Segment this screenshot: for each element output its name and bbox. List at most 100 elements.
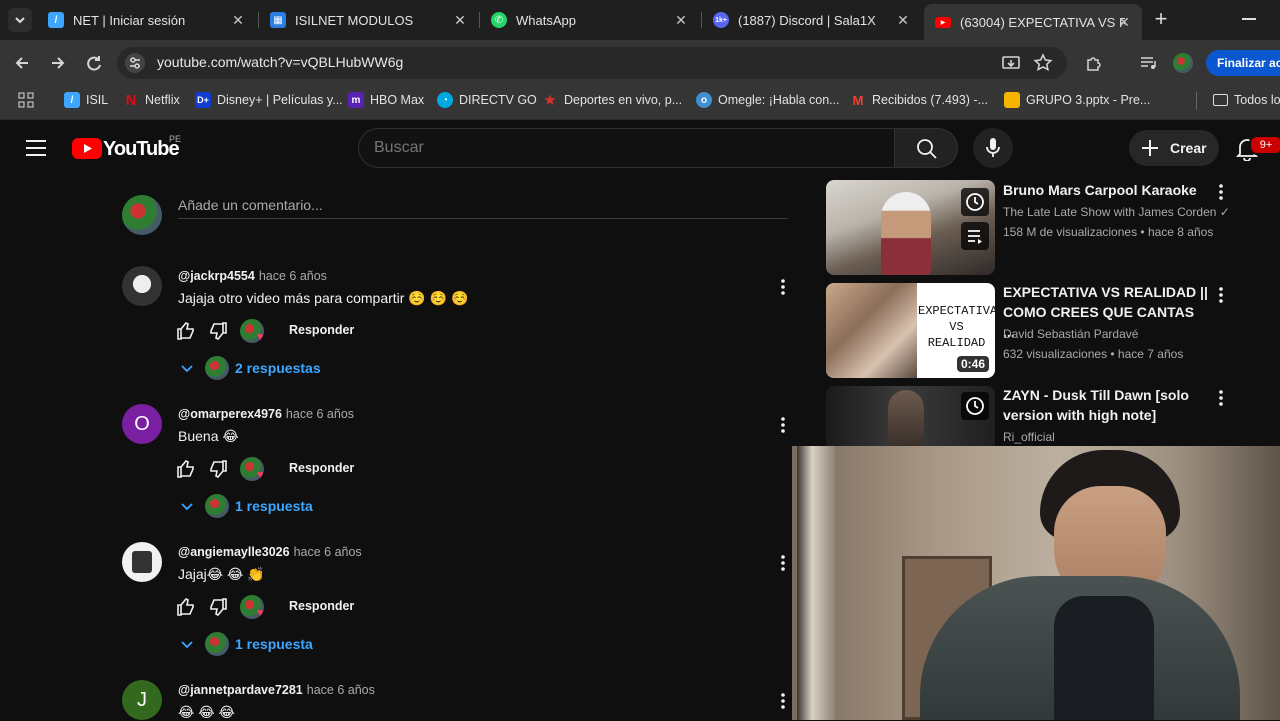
bookmark-isil[interactable]: / ISIL (64, 92, 108, 108)
chevron-down-icon (181, 641, 193, 649)
comment-author[interactable]: @jackrp4554 hace 6 años (178, 269, 327, 283)
suggestion-title[interactable]: Bruno Mars Carpool Karaoke (1003, 180, 1208, 200)
tab-search-dropdown[interactable] (8, 8, 32, 32)
bookmark-netflix[interactable]: N Netflix (123, 91, 180, 109)
more-vertical-icon[interactable] (776, 691, 790, 711)
youtube-logo[interactable]: YouTube PE (72, 134, 182, 162)
comment-actions: ♥ Responder (175, 456, 375, 482)
more-vertical-icon[interactable] (776, 415, 790, 435)
bookmark-gmail[interactable]: M Recibidos (7.493) -... (850, 92, 988, 108)
commenter-avatar[interactable] (122, 542, 162, 582)
tab-youtube[interactable]: ▶ (63004) EXPECTATIVA VS RE ✕ (924, 4, 1142, 40)
view-replies-button[interactable]: 2 respuestas (180, 355, 321, 381)
suggestion-thumbnail[interactable] (826, 386, 995, 446)
more-vertical-icon[interactable] (776, 553, 790, 573)
minimize-window-button[interactable] (1242, 18, 1256, 20)
more-vertical-icon[interactable] (776, 277, 790, 297)
suggestion-channel[interactable]: Ri_official (1003, 430, 1228, 444)
bookmark-directv[interactable]: ◔ DIRECTV GO (437, 92, 537, 108)
close-icon[interactable]: ✕ (895, 12, 911, 28)
reply-button[interactable]: Responder (289, 461, 354, 475)
replies-count: 2 respuestas (235, 360, 321, 376)
search-input[interactable] (374, 139, 874, 157)
suggestion-meta: 158 M de visualizaciones • hace 8 años (1003, 225, 1214, 239)
bookmark-folder-todos[interactable]: Todos lo (1213, 92, 1280, 108)
reply-button[interactable]: Responder (289, 599, 354, 613)
replies-count: 1 respuesta (235, 636, 313, 652)
add-comment-input[interactable]: Añade un comentario... (178, 197, 788, 219)
thumbs-up-icon[interactable] (175, 458, 197, 480)
suggestion-channel[interactable]: David Sebastián Pardavé (1003, 327, 1228, 341)
tab-whatsapp[interactable]: ✆ WhatsApp ✕ (491, 6, 691, 34)
view-replies-button[interactable]: 1 respuesta (180, 493, 313, 519)
menu-hamburger-icon[interactable] (26, 139, 46, 157)
comment-author[interactable]: @omarperex4976 hace 6 años (178, 407, 354, 421)
more-vertical-icon[interactable] (1214, 388, 1228, 408)
notification-count-badge: 9+ (1249, 135, 1280, 155)
search-button[interactable] (894, 128, 958, 168)
back-button[interactable] (11, 52, 33, 74)
tab-divider (258, 12, 259, 28)
forward-button[interactable] (47, 52, 69, 74)
bookmark-star-icon[interactable] (1032, 52, 1054, 74)
profile-avatar[interactable] (1173, 53, 1193, 73)
add-to-queue-icon[interactable] (961, 222, 989, 250)
watch-later-icon[interactable] (961, 392, 989, 420)
commenter-avatar[interactable]: J (122, 680, 162, 720)
netflix-icon: N (125, 91, 137, 109)
thumbs-up-icon[interactable] (175, 596, 197, 618)
watch-later-icon[interactable] (961, 188, 989, 216)
heart-icon: ♥ (257, 469, 264, 481)
tab-discord[interactable]: 1k+ (1887) Discord | Sala1X ✕ (713, 6, 913, 34)
tab-title: ISILNET MODULOS (295, 12, 414, 28)
bookmark-hbo-max[interactable]: m HBO Max (348, 92, 424, 108)
avatar-image (132, 551, 152, 573)
extensions-icon[interactable] (1083, 52, 1105, 74)
apps-grid-icon[interactable] (18, 92, 34, 108)
more-vertical-icon[interactable] (1214, 182, 1228, 202)
thumbs-down-icon[interactable] (207, 458, 229, 480)
bookmark-deportes[interactable]: ★ Deportes en vivo, p... (542, 92, 682, 109)
media-control-icon[interactable] (1137, 52, 1159, 74)
arrow-left-icon (15, 57, 28, 69)
create-button[interactable]: Crear (1129, 130, 1219, 166)
slides-icon (1004, 92, 1020, 108)
close-icon[interactable]: ✕ (1116, 14, 1132, 30)
more-vertical-icon[interactable] (1214, 285, 1228, 305)
comment-text: Buena 😂 (178, 428, 239, 444)
install-app-icon[interactable] (1000, 52, 1022, 74)
comment-text: Jajaj😂 😂 👏 (178, 566, 265, 582)
bookmark-disney[interactable]: D+ Disney+ | Películas y... (195, 92, 343, 108)
suggestion-thumbnail[interactable] (826, 180, 995, 275)
commenter-avatar[interactable] (122, 266, 162, 306)
comment-author[interactable]: @jannetpardave7281 hace 6 años (178, 683, 375, 697)
thumbs-down-icon[interactable] (207, 320, 229, 342)
reply-avatar (205, 494, 229, 518)
comment-author[interactable]: @angiemaylle3026 hace 6 años (178, 545, 362, 559)
disney-icon: D+ (195, 92, 211, 108)
close-icon[interactable]: ✕ (230, 12, 246, 28)
tab-net[interactable]: / NET | Iniciar sesión ✕ (48, 6, 248, 34)
chevron-down-icon (15, 17, 25, 24)
suggestion-channel[interactable]: The Late Late Show with James Corden ✓ (1003, 205, 1228, 219)
close-icon[interactable]: ✕ (452, 12, 468, 28)
reply-button[interactable]: Responder (289, 323, 354, 337)
my-avatar (122, 195, 162, 235)
site-info-icon[interactable] (125, 53, 145, 73)
finalizar-actualizacion-button[interactable]: Finalizar act (1206, 50, 1280, 76)
view-replies-button[interactable]: 1 respuesta (180, 631, 313, 657)
commenter-avatar[interactable]: O (122, 404, 162, 444)
plus-icon: + (1154, 6, 1168, 31)
thumbnail-caption: EXPECTATIVA VS REALIDAD (918, 304, 995, 350)
reload-button[interactable] (83, 52, 105, 74)
suggestion-title[interactable]: ZAYN - Dusk Till Dawn [solo version with… (1003, 385, 1208, 425)
thumbs-down-icon[interactable] (207, 596, 229, 618)
voice-search-button[interactable] (973, 128, 1013, 168)
tab-isilnet[interactable]: ▦ ISILNET MODULOS ✕ (270, 6, 470, 34)
thumbs-up-icon[interactable] (175, 320, 197, 342)
close-icon[interactable]: ✕ (673, 12, 689, 28)
new-tab-button[interactable]: + (1150, 8, 1172, 30)
suggestion-thumbnail[interactable]: EXPECTATIVA VS REALIDAD 0:46 (826, 283, 995, 378)
bookmark-grupo3[interactable]: GRUPO 3.pptx - Pre... (1004, 92, 1150, 108)
bookmark-omegle[interactable]: o Omegle: ¡Habla con... (696, 92, 840, 108)
